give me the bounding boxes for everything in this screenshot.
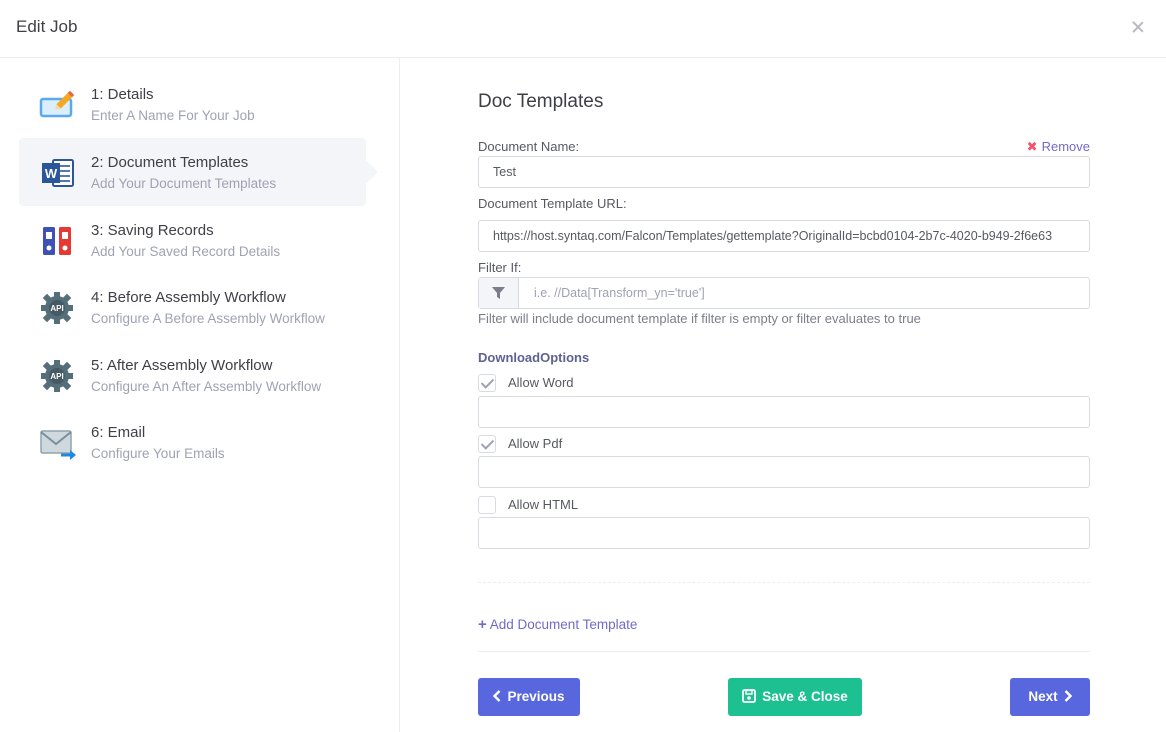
- allow-html-checkbox[interactable]: [478, 496, 496, 514]
- filter-input-group: [478, 277, 1090, 309]
- page-title: Doc Templates: [478, 91, 604, 112]
- chevron-right-icon: [1064, 690, 1072, 703]
- footer-divider: [478, 651, 1090, 652]
- step-title: 3: Saving Records: [91, 222, 214, 239]
- step-subtitle: Configure A Before Assembly Workflow: [91, 311, 325, 326]
- step-title: 4: Before Assembly Workflow: [91, 289, 286, 306]
- allow-word-checkbox[interactable]: [478, 374, 496, 392]
- allow-pdf-input[interactable]: [478, 456, 1090, 488]
- add-document-template-link[interactable]: + Add Document Template: [478, 616, 637, 633]
- step-saving-records[interactable]: 3: Saving Records Add Your Saved Record …: [19, 206, 366, 274]
- svg-text:W: W: [45, 166, 58, 181]
- step-title: 2: Document Templates: [91, 154, 249, 171]
- step-subtitle: Enter A Name For Your Job: [91, 108, 255, 123]
- step-subtitle: Add Your Document Templates: [91, 176, 277, 191]
- step-subtitle: Add Your Saved Record Details: [91, 244, 281, 259]
- step-after-assembly-workflow[interactable]: API 5: After Assembly Workflow Configure…: [19, 341, 366, 409]
- filter-addon: [479, 278, 519, 308]
- svg-text:API: API: [50, 304, 63, 313]
- modal-title: Edit Job: [16, 17, 78, 36]
- template-url-input[interactable]: https://host.syntaq.com/Falcon/Templates…: [478, 220, 1090, 252]
- allow-pdf-label: Allow Pdf: [508, 436, 563, 451]
- wizard-steps-nav: 1: Details Enter A Name For Your Job W 2…: [0, 58, 400, 732]
- edit-job-modal: Edit Job 1: Details Enter A Name For You…: [0, 0, 1166, 732]
- save-icon: [742, 689, 757, 704]
- allow-html-label: Allow HTML: [508, 497, 579, 512]
- template-url-label: Document Template URL:: [478, 196, 627, 211]
- next-button[interactable]: Next: [1010, 678, 1090, 716]
- step-email[interactable]: 6: Email Configure Your Emails: [19, 408, 366, 476]
- document-name-label: Document Name:: [478, 139, 580, 154]
- step-title: 6: Email: [91, 424, 146, 441]
- allow-pdf-checkbox[interactable]: [478, 435, 496, 453]
- section-divider: [478, 582, 1090, 583]
- close-icon[interactable]: [1128, 18, 1148, 38]
- allow-word-input[interactable]: [478, 396, 1090, 428]
- modal-header: Edit Job: [0, 0, 1166, 58]
- filter-help-text: Filter will include document template if…: [478, 311, 921, 326]
- document-name-input[interactable]: Test: [478, 156, 1090, 188]
- next-label: Next: [1028, 689, 1058, 704]
- step-title: 1: Details: [91, 86, 154, 103]
- filter-icon: [492, 287, 505, 299]
- api-gear-icon: API: [41, 360, 73, 392]
- edit-pencil-icon: [39, 90, 75, 118]
- step-subtitle: Configure Your Emails: [91, 446, 225, 461]
- remove-template-link[interactable]: ✖ Remove: [1027, 139, 1090, 155]
- step-title: 5: After Assembly Workflow: [91, 357, 273, 374]
- plus-icon: +: [478, 616, 487, 633]
- download-options-heading: DownloadOptions: [478, 350, 590, 365]
- email-send-icon: [40, 430, 76, 460]
- word-document-icon: W: [42, 159, 74, 187]
- previous-button[interactable]: Previous: [478, 678, 580, 716]
- filter-input[interactable]: [520, 278, 1089, 308]
- add-template-label: Add Document Template: [489, 617, 638, 632]
- remove-icon: ✖: [1026, 139, 1038, 154]
- previous-label: Previous: [507, 689, 565, 704]
- save-close-label: Save & Close: [762, 689, 848, 704]
- allow-word-label: Allow Word: [508, 375, 574, 390]
- filter-if-label: Filter If:: [478, 260, 522, 275]
- step-before-assembly-workflow[interactable]: API 4: Before Assembly Workflow Configur…: [19, 273, 366, 341]
- svg-text:API: API: [50, 372, 63, 381]
- allow-html-input[interactable]: [478, 517, 1090, 549]
- save-close-button[interactable]: Save & Close: [728, 678, 862, 716]
- api-gear-icon: API: [41, 292, 73, 324]
- step-details[interactable]: 1: Details Enter A Name For Your Job: [19, 70, 366, 138]
- step-document-templates[interactable]: W 2: Document Templates Add Your Documen…: [19, 138, 378, 206]
- chevron-left-icon: [493, 690, 501, 703]
- remove-label: Remove: [1041, 139, 1090, 154]
- binders-icon: [43, 227, 71, 255]
- step-subtitle: Configure An After Assembly Workflow: [91, 379, 322, 394]
